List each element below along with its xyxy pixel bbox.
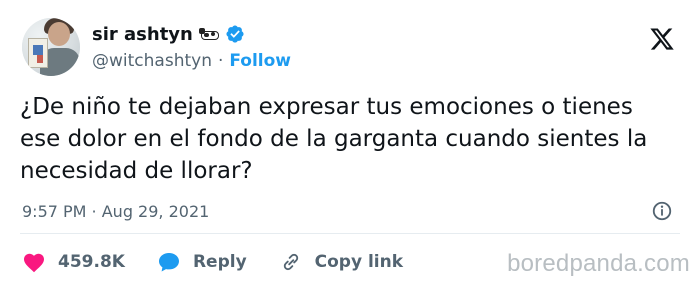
watermark: boredpanda.com <box>507 250 690 277</box>
follow-button[interactable]: Follow <box>229 51 291 71</box>
link-icon <box>283 253 298 271</box>
author-name-row: sir ashtyn <box>92 22 245 46</box>
reply-button[interactable]: Reply <box>157 251 247 273</box>
tweet-text: ¿De niño te dejaban expresar tus emocion… <box>20 94 648 184</box>
divider <box>20 233 680 234</box>
heart-icon <box>24 253 44 273</box>
tweet-timestamp[interactable]: 9:57 PM · Aug 29, 2021 <box>22 202 209 221</box>
reply-label: Reply <box>192 252 247 272</box>
display-name[interactable]: sir ashtyn <box>92 24 193 45</box>
cow-emoji-icon <box>198 26 221 42</box>
info-icon[interactable] <box>651 200 673 222</box>
x-logo-icon[interactable] <box>648 26 676 52</box>
avatar[interactable] <box>22 18 80 76</box>
author-handle[interactable]: @witchashtyn <box>92 51 212 71</box>
verified-badge-icon <box>226 25 244 43</box>
handle-row: @witchashtyn · Follow <box>92 50 291 72</box>
timestamp-row: 9:57 PM · Aug 29, 2021 <box>22 199 209 223</box>
tweet-card: sir ashtyn @witchashtyn · Follow ¿De niñ… <box>0 0 700 288</box>
separator-dot: · <box>217 51 224 71</box>
copy-link-button[interactable]: Copy link <box>279 251 403 273</box>
copy-link-label: Copy link <box>314 252 404 272</box>
like-button[interactable]: 459.8K <box>22 251 125 273</box>
speech-bubble-icon <box>158 253 179 272</box>
action-bar: 459.8K Reply Copy link <box>22 248 435 276</box>
like-count: 459.8K <box>58 252 125 272</box>
